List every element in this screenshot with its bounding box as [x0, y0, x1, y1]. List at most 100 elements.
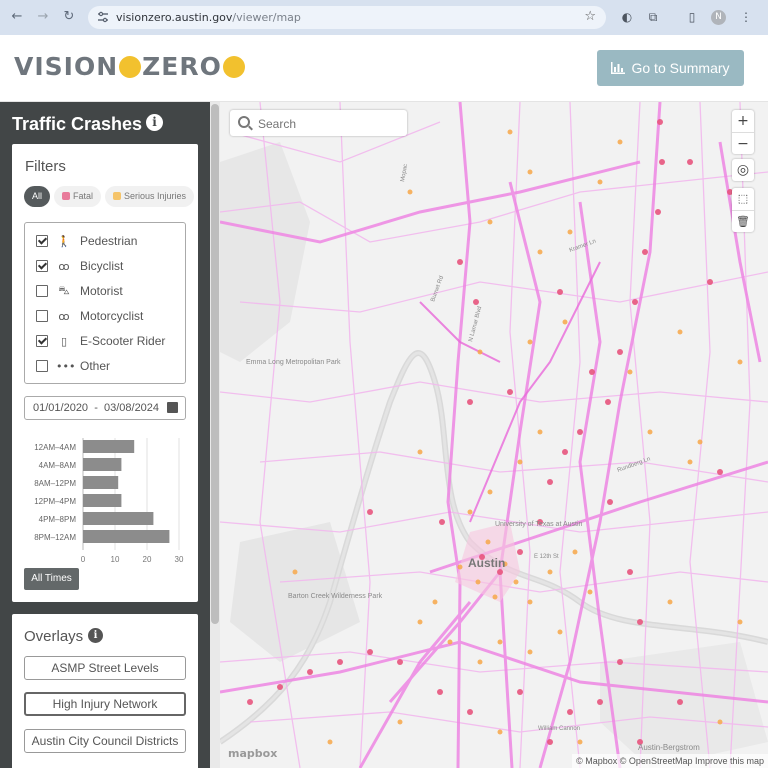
all-times-button[interactable]: All Times [24, 568, 79, 590]
chart-tick-label: 0 [81, 555, 86, 564]
filters-card: Filters All Fatal Serious Injuries 🚶 Ped… [12, 144, 198, 602]
bookmark-star-icon[interactable]: ☆ [584, 9, 596, 24]
chart-tick-label: 20 [143, 555, 152, 564]
map-label-austin-bergstrom: Austin-Bergstrom [638, 743, 700, 752]
browser-toolbar: ← → ↻ visionzero.austin.gov/viewer/map ☆… [0, 0, 768, 35]
search-icon [238, 116, 250, 128]
chart-category-label: 12PM–4PM [34, 497, 76, 506]
severity-tabs: All Fatal Serious Injuries [24, 186, 195, 207]
overlays-card: Overlays i ASMP Street Levels High Injur… [12, 614, 198, 768]
pedestrian-icon: 🚶 [57, 234, 71, 248]
mode-other[interactable]: ••• Other [36, 356, 181, 376]
checkbox[interactable] [36, 260, 48, 272]
checkbox[interactable] [36, 310, 48, 322]
crash-map[interactable]: Austin University of Texas at Austin Emm… [220, 102, 768, 768]
back-arrow-icon[interactable]: ← [8, 8, 26, 26]
address-bar[interactable]: visionzero.austin.gov/viewer/map ☆ [88, 6, 606, 29]
bicycle-icon: ꝏ [58, 259, 70, 273]
forward-arrow-icon[interactable]: → [34, 8, 52, 26]
map-label-university: University of Texas at Austin [495, 521, 583, 528]
chart-category-label: 4AM–8AM [39, 461, 77, 470]
trash-icon[interactable]: 🗑 [732, 210, 754, 232]
sidebar-scrollbar[interactable] [210, 102, 220, 768]
motorcycle-icon: ꝏ [58, 309, 70, 323]
car-icon: ⛍ [58, 283, 70, 297]
lens-icon[interactable]: ◐ [618, 8, 636, 26]
time-of-day-chart: 0 10 20 30 12AM–4AM 4AM–8AM 8AM–12PM 12PM–4PM 4P… [34, 438, 184, 564]
page-title: Traffic Crashes [12, 114, 143, 134]
chart-bar [83, 476, 119, 489]
reload-icon[interactable]: ↻ [60, 8, 78, 26]
app-header: VISION ZERO Go to Summary [0, 35, 768, 102]
zoom-controls: + − [732, 110, 754, 154]
checkbox[interactable] [36, 360, 48, 372]
chart-category-label: 8PM–12AM [34, 533, 76, 542]
chart-category-label: 8AM–12PM [34, 479, 76, 488]
go-to-summary-label: Go to Summary [631, 60, 730, 76]
ellipsis-icon: ••• [56, 359, 76, 373]
go-to-summary-button[interactable]: Go to Summary [597, 50, 744, 86]
map-attribution[interactable]: © Mapbox © OpenStreetMap Improve this ma… [572, 754, 768, 768]
draw-controls: ⬚ 🗑 [732, 188, 754, 232]
severity-tab-all[interactable]: All [24, 186, 51, 207]
sidebar: Traffic Crashes i Filters All Fatal Seri… [0, 102, 210, 768]
map-search-box[interactable] [230, 110, 407, 136]
chart-bar [83, 512, 154, 525]
zoom-out-icon[interactable]: − [732, 132, 754, 154]
geolocate-control: ◎ [732, 159, 754, 181]
mode-motorist[interactable]: ⛍ Motorist [36, 281, 181, 301]
mode-e-scooter-rider[interactable]: ▯ E-Scooter Rider [36, 331, 181, 351]
menu-kebab-icon[interactable]: ⋮ [737, 8, 755, 26]
geolocate-icon[interactable]: ◎ [732, 159, 754, 181]
map-canvas[interactable]: Austin University of Texas at Austin Emm… [220, 102, 768, 768]
chart-bar [83, 530, 170, 543]
scrollbar-thumb[interactable] [211, 104, 219, 624]
phone-icon: ▯ [60, 334, 68, 348]
info-icon[interactable]: i [146, 114, 163, 131]
chart-bar [83, 494, 122, 507]
vision-zero-logo[interactable]: VISION ZERO [14, 52, 246, 81]
mode-bicyclist[interactable]: ꝏ Bicyclist [36, 256, 181, 276]
zoom-in-icon[interactable]: + [732, 110, 754, 132]
chart-tick-label: 30 [175, 555, 184, 564]
extensions-icon[interactable]: ⧉ [644, 8, 662, 26]
calendar-icon[interactable] [167, 402, 178, 413]
bar-chart-icon [611, 62, 626, 74]
mapbox-logo[interactable]: mapbox [228, 747, 277, 760]
mode-motorcyclist[interactable]: ꝏ Motorcyclist [36, 306, 181, 326]
chart-category-label: 12AM–4AM [34, 443, 76, 452]
chart-category-label: 4PM–8PM [39, 515, 77, 524]
map-label-barton-creek: Barton Creek Wilderness Park [288, 593, 383, 600]
info-icon[interactable]: i [88, 628, 103, 643]
mode-filter-list: 🚶 Pedestrian ꝏ Bicyclist ⛍ Motorist ꝏ Mo… [24, 222, 186, 384]
severity-tab-fatal[interactable]: Fatal [54, 186, 102, 207]
map-label-austin: Austin [468, 556, 505, 570]
map-label-emma-long: Emma Long Metropolitan Park [246, 359, 341, 366]
mode-pedestrian[interactable]: 🚶 Pedestrian [36, 231, 181, 251]
map-search-input[interactable] [256, 113, 400, 135]
site-info-icon[interactable] [97, 11, 109, 23]
overlay-council-districts-button[interactable]: Austin City Council Districts [24, 729, 186, 753]
heart-icon [62, 192, 71, 200]
overlay-asmp-street-levels-button[interactable]: ASMP Street Levels [24, 656, 186, 680]
overlay-high-injury-network-button[interactable]: High Injury Network [24, 692, 186, 716]
map-label-william-cannon: William Cannon [538, 726, 580, 732]
filters-heading: Filters [25, 158, 66, 175]
checkbox[interactable] [36, 335, 48, 347]
checkbox[interactable] [36, 235, 48, 247]
injury-icon [113, 192, 122, 200]
logo-mark-icon [119, 56, 142, 78]
profile-avatar[interactable]: N [711, 10, 726, 25]
chart-bar [83, 440, 135, 453]
logo-sun-icon [222, 56, 245, 78]
date-range-picker[interactable]: 01/01/2020 - 03/08/2024 [24, 396, 186, 420]
map-label-e12: E 12th St [534, 554, 559, 560]
side-panel-icon[interactable]: ▯ [683, 8, 701, 26]
url-text: visionzero.austin.gov/viewer/map [116, 11, 301, 24]
chart-tick-label: 10 [111, 555, 120, 564]
severity-tab-serious-injuries[interactable]: Serious Injuries [105, 186, 195, 207]
checkbox[interactable] [36, 285, 48, 297]
draw-polygon-icon[interactable]: ⬚ [732, 188, 754, 210]
chart-bar [83, 458, 122, 471]
date-range-text: 01/01/2020 - 03/08/2024 [33, 402, 160, 414]
